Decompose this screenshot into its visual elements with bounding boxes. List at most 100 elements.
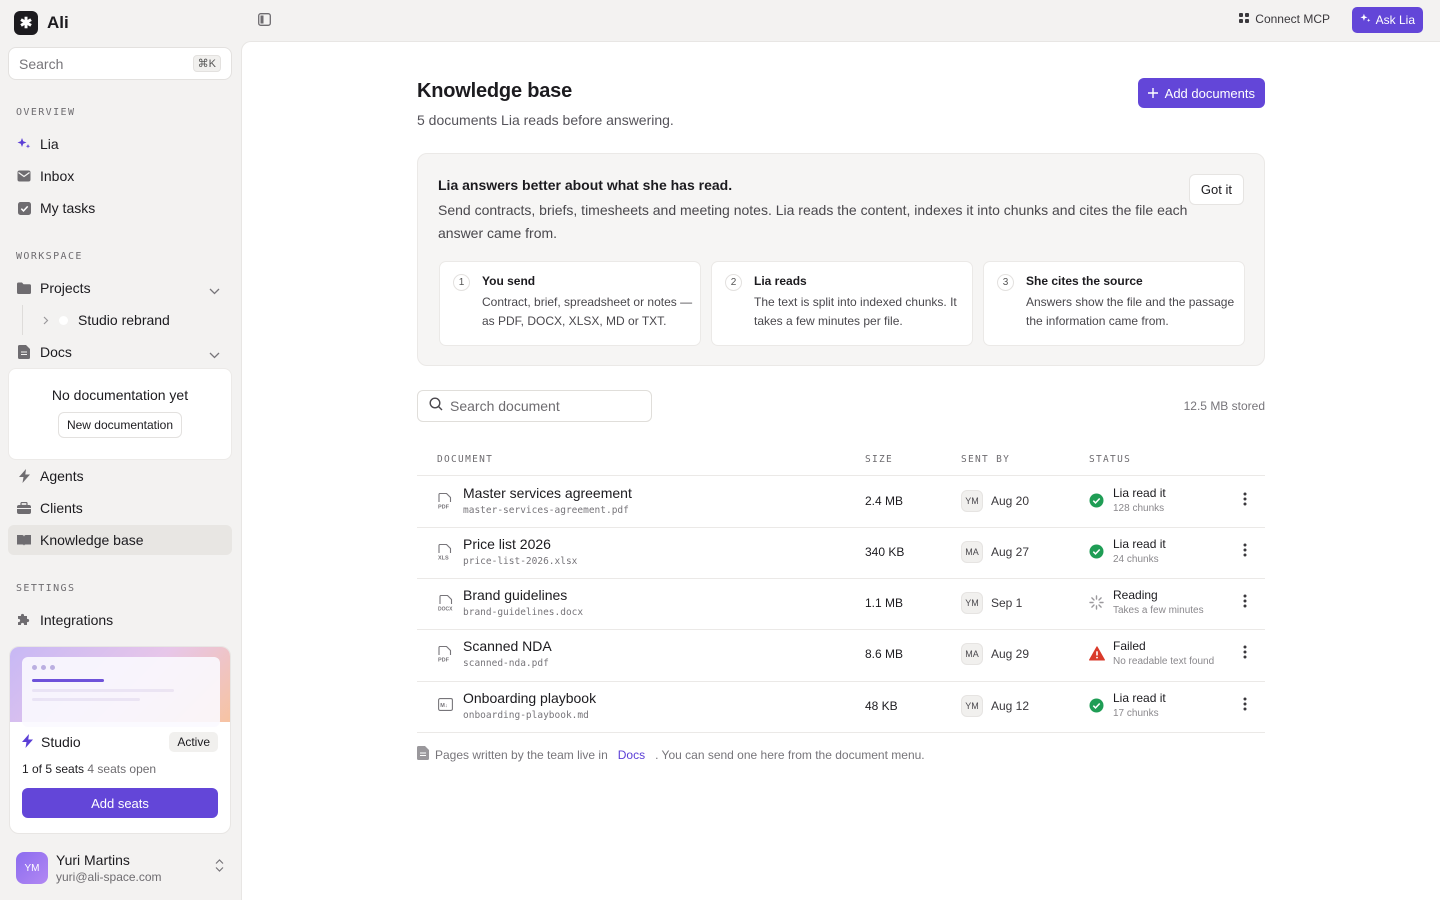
main-panel: Knowledge base 5 documents Lia reads bef… — [241, 41, 1440, 900]
status-label: Lia read it — [1113, 486, 1166, 500]
more-vertical-icon[interactable] — [1243, 543, 1247, 562]
document-search[interactable] — [417, 390, 652, 422]
docs-link[interactable]: Docs — [618, 748, 645, 762]
sent-date: Aug 29 — [991, 647, 1030, 661]
illustration-bar — [32, 698, 140, 701]
seats-open: 4 seats open — [87, 762, 157, 776]
page-subtitle: 5 documents Lia reads before answering. — [417, 112, 674, 128]
connect-mcp-label: Connect MCP — [1255, 12, 1330, 26]
seats-info: 1 of 5 seats 4 seats open — [10, 752, 230, 776]
document-filename: price-list-2026.xlsx — [463, 556, 578, 567]
document-name[interactable]: Onboarding playbook — [463, 690, 596, 706]
chevron-right-icon[interactable] — [43, 312, 49, 328]
sparkle-icon — [17, 137, 31, 151]
sidebar-item-integrations[interactable]: Integrations — [8, 605, 232, 635]
chevron-down-icon[interactable] — [209, 346, 220, 362]
book-icon — [17, 533, 31, 547]
sender-avatar: YM — [961, 695, 983, 717]
svg-text:DOCX: DOCX — [438, 607, 453, 613]
column-header-size[interactable]: SIZE — [865, 454, 893, 465]
new-documentation-button[interactable]: New documentation — [57, 412, 183, 438]
add-seats-button[interactable]: Add seats — [22, 788, 218, 818]
more-vertical-icon[interactable] — [1243, 594, 1247, 613]
illustration-bar — [32, 689, 174, 692]
section-label-settings: SETTINGS — [16, 583, 76, 594]
check-circle-icon — [1089, 493, 1104, 513]
sidebar-item-projects[interactable]: Projects — [8, 273, 232, 303]
document-search-input[interactable] — [450, 398, 640, 414]
document-name[interactable]: Brand guidelines — [463, 587, 567, 603]
step-card: 3 She cites the source Answers show the … — [983, 261, 1245, 346]
mail-icon — [17, 169, 31, 183]
sidebar-item-studio-rebrand[interactable]: Studio rebrand — [22, 305, 232, 335]
status-detail: 128 chunks — [1113, 503, 1165, 514]
table-row[interactable]: M↓ Onboarding playbook onboarding-playbo… — [417, 681, 1265, 733]
add-documents-label: Add documents — [1164, 85, 1255, 101]
more-vertical-icon[interactable] — [1243, 645, 1247, 664]
chevron-up-down-icon[interactable] — [215, 859, 224, 877]
step-description: Contract, brief, spreadsheet or notes — … — [482, 295, 693, 328]
section-label-workspace: WORKSPACE — [16, 251, 83, 262]
more-vertical-icon[interactable] — [1243, 697, 1247, 716]
sidebar-item-agents[interactable]: Agents — [8, 461, 232, 491]
sidebar-item-label: Knowledge base — [40, 532, 144, 548]
brand[interactable]: ✱ Ali — [14, 11, 69, 35]
step-title: She cites the source — [1026, 274, 1143, 288]
document-name[interactable]: Price list 2026 — [463, 536, 551, 552]
table-row[interactable]: PDF Scanned NDA scanned-nda.pdf 8.6 MB M… — [417, 629, 1265, 682]
docs-empty-title: No documentation yet — [51, 387, 189, 403]
got-it-button[interactable]: Got it — [1188, 174, 1244, 205]
sidebar-toggle-icon[interactable] — [258, 13, 271, 31]
document-filename: brand-guidelines.docx — [463, 607, 584, 618]
plan-name-wrap: Studio — [22, 733, 81, 751]
sent-date: Sep 1 — [991, 596, 1023, 610]
table-row[interactable]: PDF Master services agreement master-ser… — [417, 476, 1265, 528]
more-vertical-icon[interactable] — [1243, 492, 1247, 511]
puzzle-icon — [17, 613, 31, 627]
column-header-sent-by[interactable]: SENT BY — [961, 454, 1010, 465]
status-label: Reading — [1113, 588, 1158, 602]
table-header: DOCUMENT SIZE SENT BY STATUS — [417, 449, 1265, 476]
step-description: Answers show the file and the passage th… — [1026, 295, 1235, 328]
document-name[interactable]: Scanned NDA — [463, 638, 552, 654]
sidebar-item-clients[interactable]: Clients — [8, 493, 232, 523]
sidebar-search[interactable]: ⌘K — [8, 47, 232, 80]
table-row[interactable]: XLS Price list 2026 price-list-2026.xlsx… — [417, 527, 1265, 579]
sidebar-item-knowledge-base[interactable]: Knowledge base — [8, 525, 232, 555]
search-input[interactable] — [19, 55, 169, 72]
pdf-file-icon: PDF — [438, 492, 452, 515]
step-number: 3 — [997, 274, 1014, 291]
step-number: 2 — [725, 274, 742, 291]
sidebar-item-lia[interactable]: Lia — [8, 129, 232, 159]
status-label: Lia read it — [1113, 537, 1166, 551]
add-documents-button[interactable]: Add documents — [1137, 78, 1265, 108]
document-icon — [17, 345, 31, 359]
sidebar-item-my-tasks[interactable]: My tasks — [8, 193, 232, 223]
search-icon — [429, 396, 443, 416]
search-shortcut: ⌘K — [192, 55, 221, 72]
folder-icon — [17, 281, 31, 295]
sent-date: Aug 27 — [991, 545, 1030, 559]
status-detail: 17 chunks — [1113, 708, 1159, 719]
document-size: 48 KB — [865, 699, 898, 713]
svg-text:M↓: M↓ — [440, 703, 448, 709]
sender-avatar: YM — [961, 592, 983, 614]
step-card: 1 You send Contract, brief, spreadsheet … — [439, 261, 701, 346]
column-header-document[interactable]: DOCUMENT — [437, 454, 493, 465]
sidebar-item-docs[interactable]: Docs — [8, 337, 232, 367]
sender-avatar: MA — [961, 541, 983, 563]
pdf-file-icon: PDF — [438, 645, 452, 668]
column-header-status[interactable]: STATUS — [1089, 454, 1131, 465]
avatar: YM — [16, 852, 48, 884]
table-row[interactable]: DOCX Brand guidelines brand-guidelines.d… — [417, 578, 1265, 630]
step-card: 2 Lia reads The text is split into index… — [711, 261, 973, 346]
project-dot-icon — [59, 315, 68, 325]
connect-mcp-button[interactable]: Connect MCP — [1239, 12, 1330, 26]
document-name[interactable]: Master services agreement — [463, 485, 632, 501]
ask-lia-button[interactable]: Ask Lia — [1351, 7, 1423, 33]
user-menu[interactable]: YM Yuri Martins yuri@ali-space.com — [16, 851, 232, 885]
step-title: You send — [482, 274, 536, 288]
sidebar-item-inbox[interactable]: Inbox — [8, 161, 232, 191]
svg-text:XLS: XLS — [438, 556, 449, 562]
chevron-down-icon[interactable] — [209, 282, 220, 298]
